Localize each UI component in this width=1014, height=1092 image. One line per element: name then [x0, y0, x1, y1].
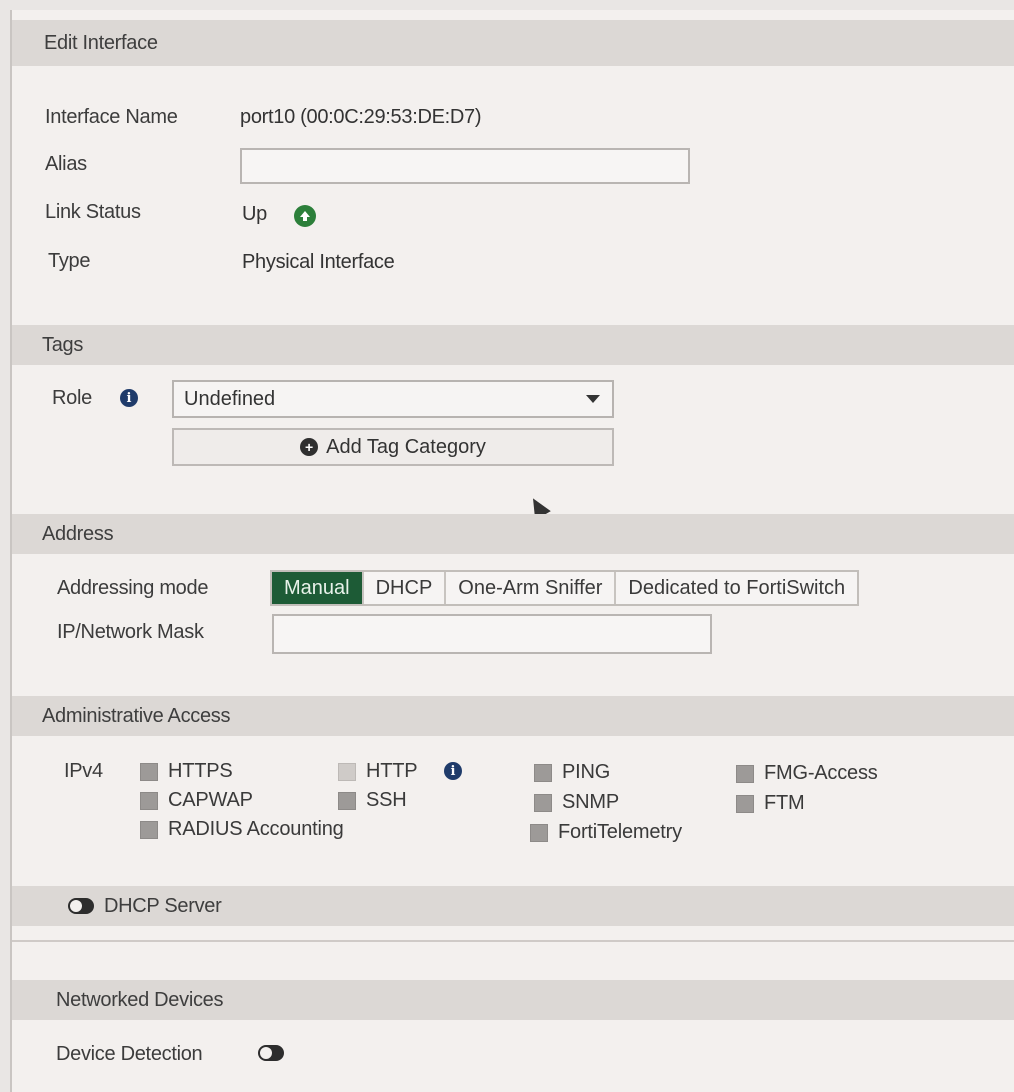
role-select-value: Undefined [184, 387, 276, 410]
ip-network-mask-input[interactable] [272, 614, 712, 654]
ftm-label: FTM [764, 792, 805, 814]
ftm-checkbox[interactable]: FTM [736, 792, 805, 815]
snmp-label: SNMP [562, 791, 619, 813]
edit-interface-panel: Edit Interface Interface Name port10 (00… [10, 10, 1014, 1092]
checkbox-icon [338, 762, 356, 781]
https-label: HTTPS [168, 760, 233, 782]
dhcp-server-toggle[interactable] [68, 898, 94, 914]
arrow-up-icon [294, 205, 316, 227]
networked-devices-section-header: Networked Devices [12, 980, 1014, 1020]
add-tag-category-button[interactable]: + Add Tag Category [172, 428, 614, 466]
plus-circle-icon: + [300, 438, 319, 456]
checkbox-icon [140, 762, 158, 781]
snmp-checkbox[interactable]: SNMP [534, 791, 619, 814]
type-value: Physical Interface [242, 251, 395, 273]
http-info-icon[interactable]: i [444, 762, 462, 780]
add-tag-category-label: Add Tag Category [326, 435, 486, 458]
dhcp-server-row: DHCP Server [12, 886, 1014, 926]
role-label: Role [52, 387, 92, 409]
divider [12, 940, 1014, 942]
fmg-access-label: FMG-Access [764, 762, 878, 784]
type-label: Type [48, 250, 91, 272]
ping-label: PING [562, 761, 611, 783]
addressing-mode-label: Addressing mode [57, 577, 209, 599]
radius-accounting-label: RADIUS Accounting [168, 818, 344, 840]
link-status-value: Up [242, 203, 267, 225]
checkbox-icon [534, 763, 552, 782]
ssh-checkbox[interactable]: SSH [338, 789, 407, 812]
interface-name-label: Interface Name [45, 106, 178, 128]
device-detection-label: Device Detection [56, 1043, 203, 1065]
ipv4-label: IPv4 [64, 760, 103, 782]
tags-title: Tags [42, 333, 84, 356]
radius-accounting-checkbox[interactable]: RADIUS Accounting [140, 818, 344, 841]
fortitelemetry-label: FortiTelemetry [558, 821, 682, 843]
dhcp-server-label: DHCP Server [104, 894, 222, 917]
checkbox-icon [338, 791, 356, 810]
device-detection-toggle[interactable] [258, 1045, 284, 1061]
checkbox-icon [140, 820, 158, 839]
addressing-mode-selector: Manual DHCP One-Arm Sniffer Dedicated to… [270, 570, 860, 606]
link-status-label: Link Status [45, 201, 141, 223]
checkbox-icon [534, 793, 552, 812]
role-select[interactable]: Undefined [172, 380, 614, 418]
capwap-checkbox[interactable]: CAPWAP [140, 789, 253, 812]
tags-section-header: Tags [12, 325, 1014, 365]
checkbox-icon [736, 794, 754, 813]
address-section-header: Address [12, 514, 1014, 554]
ping-checkbox[interactable]: PING [534, 761, 610, 784]
checkbox-icon [530, 823, 548, 842]
ip-network-mask-label: IP/Network Mask [57, 621, 204, 643]
https-checkbox[interactable]: HTTPS [140, 760, 233, 783]
fmg-access-checkbox[interactable]: FMG-Access [736, 762, 878, 785]
ssh-label: SSH [366, 789, 407, 811]
address-title: Address [42, 522, 114, 545]
admin-access-section-header: Administrative Access [12, 696, 1014, 736]
checkbox-icon [140, 791, 158, 810]
info-icon[interactable]: i [120, 389, 138, 407]
alias-input[interactable] [240, 148, 690, 184]
interface-name-value: port10 (00:0C:29:53:DE:D7) [240, 106, 482, 128]
mode-manual-button[interactable]: Manual [272, 572, 364, 604]
networked-devices-title: Networked Devices [56, 988, 224, 1011]
chevron-down-icon [586, 395, 600, 403]
admin-access-title: Administrative Access [42, 704, 231, 727]
fortitelemetry-checkbox[interactable]: FortiTelemetry [530, 821, 682, 844]
panel-title: Edit Interface [44, 31, 158, 54]
capwap-label: CAPWAP [168, 789, 253, 811]
mode-dedicated-fortiswitch-button[interactable]: Dedicated to FortiSwitch [616, 572, 857, 604]
http-checkbox[interactable]: HTTP [338, 760, 418, 783]
alias-label: Alias [45, 153, 87, 175]
panel-header: Edit Interface [12, 20, 1014, 66]
http-label: HTTP [366, 760, 418, 782]
checkbox-icon [736, 764, 754, 783]
mode-one-arm-sniffer-button[interactable]: One-Arm Sniffer [446, 572, 617, 604]
mode-dhcp-button[interactable]: DHCP [364, 572, 447, 604]
